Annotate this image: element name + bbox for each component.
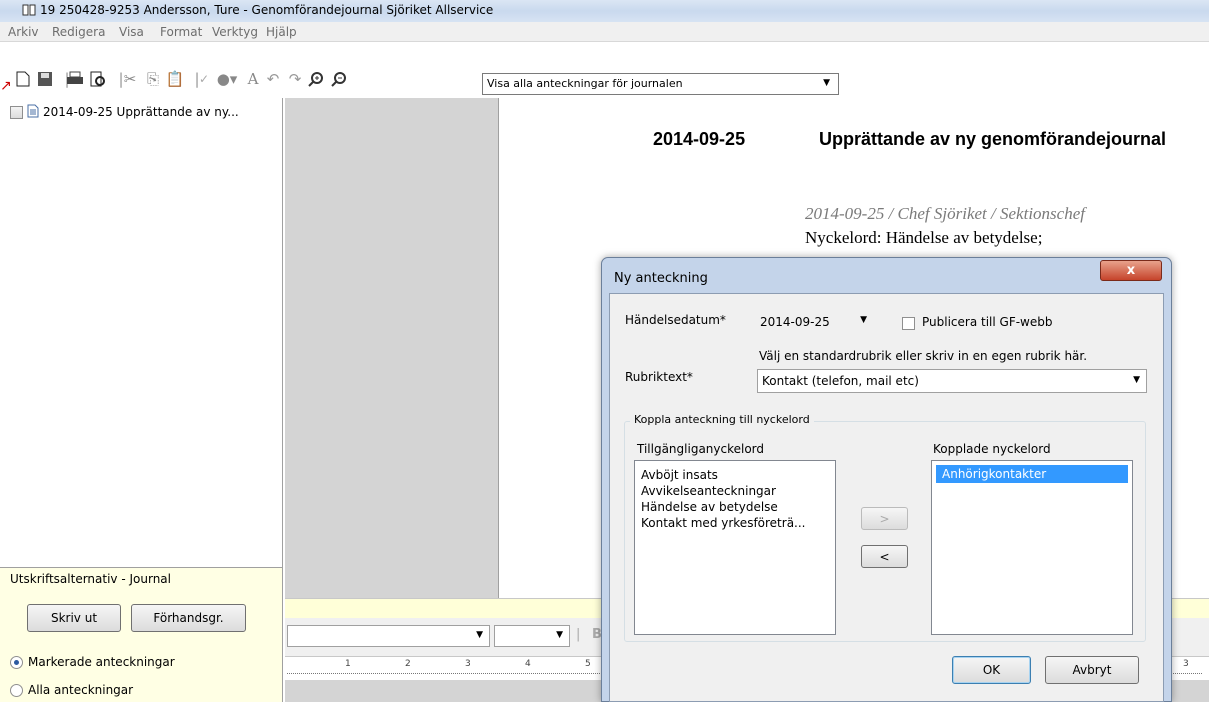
close-icon: x <box>1126 263 1136 278</box>
dialog-title: Ny anteckning <box>614 271 708 286</box>
pointer-arrow-icon: ↗ <box>0 78 12 94</box>
new-document-icon[interactable] <box>14 70 32 88</box>
chevron-down-icon: ▼ <box>860 315 867 325</box>
document-date: 2014-09-25 <box>653 129 746 149</box>
paste-icon[interactable]: 📋 <box>166 70 185 88</box>
radio-all-label: Alla anteckningar <box>28 683 134 697</box>
ruler-mark: 1 <box>345 659 351 669</box>
radio-marked-notes[interactable] <box>10 656 23 669</box>
list-item[interactable]: Avvikelseanteckningar <box>635 483 835 499</box>
rubric-value: Kontakt (telefon, mail etc) <box>762 374 919 388</box>
font-size-select[interactable]: ▼ <box>494 625 570 647</box>
list-item[interactable]: Avböjt insats <box>635 467 835 483</box>
redo-icon[interactable]: ↷ <box>286 70 304 88</box>
list-item[interactable]: Händelse av betydelse <box>635 499 835 515</box>
chevron-down-icon: ▼ <box>556 630 563 640</box>
available-keywords-label: Tillgängliganyckelord <box>637 442 765 456</box>
print-options-panel <box>0 568 283 702</box>
ruler-mark: 3 <box>465 659 471 669</box>
tree-item-checkbox[interactable] <box>10 105 23 119</box>
title-bar: 19 250428-9253 Andersson, Ture - Genomfö… <box>0 0 1209 22</box>
menu-visa[interactable]: Visa <box>119 25 144 39</box>
comment-icon[interactable]: ●▾ <box>217 70 238 88</box>
publish-checkbox[interactable] <box>902 317 915 330</box>
ruler-mark: 3 <box>1183 659 1189 669</box>
radio-marked-label: Markerade anteckningar <box>28 655 175 669</box>
font-icon[interactable]: A <box>244 70 262 88</box>
rubric-label: Rubriktext* <box>625 370 693 384</box>
cut-icon[interactable]: ✂ <box>121 70 139 88</box>
radio-all-notes[interactable] <box>10 684 23 697</box>
list-item-selected[interactable]: Anhörigkontakter <box>936 465 1128 483</box>
event-date-value: 2014-09-25 <box>760 315 830 329</box>
spellcheck-icon[interactable]: ✓ <box>195 70 213 88</box>
document-keywords: Nyckelord: Händelse av betydelse; <box>805 228 1043 247</box>
chevron-down-icon: ▼ <box>1133 375 1140 385</box>
ruler-mark: 2 <box>405 659 411 669</box>
page-margin-area <box>285 98 499 598</box>
menu-bar: Arkiv Redigera Visa Format Verktyg Hjälp <box>0 22 1209 42</box>
print-preview-icon[interactable] <box>89 70 107 88</box>
menu-verktyg[interactable]: Verktyg <box>212 25 258 39</box>
dialog-close-button[interactable]: x <box>1100 260 1162 281</box>
rubric-select[interactable]: Kontakt (telefon, mail etc) ▼ <box>757 369 1147 393</box>
document-icon <box>27 104 39 121</box>
menu-redigera[interactable]: Redigera <box>52 25 105 39</box>
event-date-picker[interactable]: 2014-09-25 ▼ <box>757 311 871 333</box>
linked-keywords-list[interactable]: Anhörigkontakter <box>931 460 1133 635</box>
journal-filter-value: Visa alla anteckningar för journalen <box>487 77 683 90</box>
move-right-button[interactable]: > <box>861 507 908 530</box>
print-panel-header: Utskriftsalternativ - Journal <box>10 572 171 586</box>
document-meta: 2014-09-25 / Chef Sjöriket / Sektionsche… <box>805 204 1085 223</box>
zoom-out-icon[interactable] <box>330 70 348 88</box>
list-item[interactable]: Kontakt med yrkesföreträ... <box>635 515 835 531</box>
ruler-mark: 4 <box>525 659 531 669</box>
book-icon <box>22 3 36 17</box>
event-date-label: Händelsedatum* <box>625 313 726 327</box>
linked-keywords-label: Kopplade nyckelord <box>933 442 1051 456</box>
print-icon[interactable] <box>66 70 84 88</box>
tree-item-label: 2014-09-25 Upprättande av ny... <box>43 105 239 119</box>
chevron-down-icon: ▼ <box>476 630 483 640</box>
save-icon[interactable] <box>36 70 54 88</box>
ok-button[interactable]: OK <box>952 656 1031 684</box>
rubric-hint: Välj en standardrubrik eller skriv in en… <box>759 349 1088 363</box>
publish-label: Publicera till GF-webb <box>922 315 1053 329</box>
keyword-group-label: Koppla anteckning till nyckelord <box>630 413 814 426</box>
tree-item[interactable]: 2014-09-25 Upprättande av ny... <box>10 104 239 120</box>
chevron-down-icon: ▼ <box>823 78 830 88</box>
print-button[interactable]: Skriv ut <box>27 604 121 632</box>
cancel-button[interactable]: Avbryt <box>1045 656 1139 684</box>
zoom-in-icon[interactable] <box>307 70 325 88</box>
ruler-mark: 5 <box>585 659 591 669</box>
copy-icon[interactable]: ⎘ <box>144 70 162 88</box>
menu-format[interactable]: Format <box>160 25 202 39</box>
window-title: 19 250428-9253 Andersson, Ture - Genomfö… <box>40 3 494 17</box>
available-keywords-list[interactable]: Avböjt insats Avvikelseanteckningar Händ… <box>634 460 836 635</box>
menu-arkiv[interactable]: Arkiv <box>8 25 39 39</box>
preview-button[interactable]: Förhandsgr. <box>131 604 246 632</box>
style-select[interactable]: ▼ <box>287 625 490 647</box>
menu-hjalp[interactable]: Hjälp <box>266 25 297 39</box>
note-tree-panel <box>0 98 283 568</box>
undo-icon[interactable]: ↶ <box>264 70 282 88</box>
journal-filter-select[interactable]: Visa alla anteckningar för journalen ▼ <box>482 73 839 95</box>
move-left-button[interactable]: < <box>861 545 908 568</box>
document-title: Upprättande av ny genomförandejournal <box>819 129 1167 149</box>
